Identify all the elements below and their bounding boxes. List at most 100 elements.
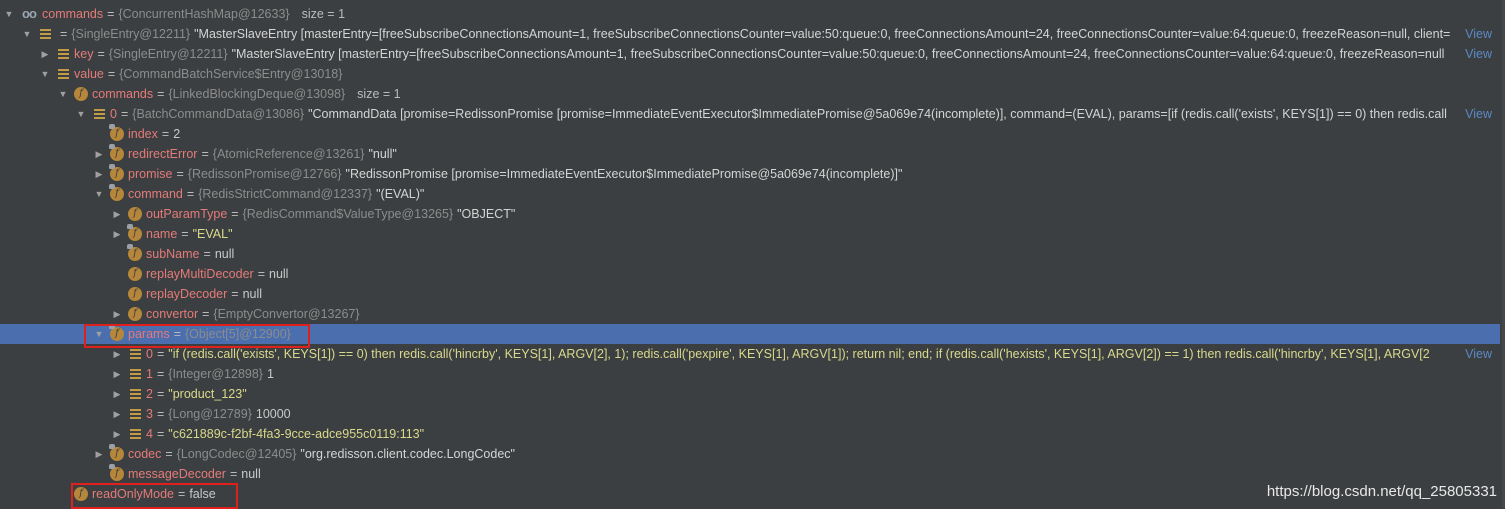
expand-arrow-down-icon[interactable]: ▼ — [74, 104, 88, 124]
final-field-icon: f — [109, 464, 124, 481]
var-name: commands — [92, 87, 154, 101]
final-field-icon: f — [109, 164, 124, 181]
expand-arrow-right-icon[interactable]: ▶ — [110, 344, 124, 364]
view-link[interactable]: View — [1465, 24, 1492, 44]
expand-arrow-right-icon[interactable]: ▶ — [38, 44, 52, 64]
equals-sign: = — [161, 127, 170, 141]
view-link[interactable]: View — [1465, 104, 1492, 124]
tree-row[interactable]: ▶ 4 = "c621889c-f2bf-4fa3-9cce-adce955c0119… — [0, 424, 1500, 444]
tree-row[interactable]: ▼ = {SingleEntry@12211} "MasterSlaveEntry [… — [0, 24, 1500, 44]
var-value: "(EVAL)" — [376, 187, 425, 201]
field-icon: f — [128, 267, 142, 281]
expand-arrow-right-icon[interactable]: ▶ — [110, 364, 124, 384]
tree-row[interactable]: ▶ f outParamType = {RedisCommand$ValueType@1… — [0, 204, 1500, 224]
watermark: https://blog.csdn.net/qq_25805331 — [1266, 483, 1497, 500]
equals-sign: = — [156, 387, 165, 401]
equals-sign: = — [176, 167, 184, 181]
tree-row[interactable]: ▶ f promise = {RedissonPromise@12766} "Rediss… — [0, 164, 1500, 184]
var-size: size = 1 — [357, 87, 401, 101]
var-name: 3 — [146, 407, 153, 421]
tree-row[interactable]: ▶ f codec = {LongCodec@12405} "org.redisson.c… — [0, 444, 1500, 464]
final-field-icon: f — [109, 124, 124, 141]
tree-row[interactable]: f subName = null — [0, 244, 1500, 264]
expand-arrow-right-icon[interactable]: ▶ — [92, 144, 106, 164]
expand-arrow-right-icon[interactable]: ▶ — [110, 304, 124, 324]
tree-row[interactable]: ▼ f commands = {LinkedBlockingDeque@13098} si… — [0, 84, 1500, 104]
expand-arrow-down-icon[interactable]: ▼ — [92, 184, 106, 204]
tree-row[interactable]: ▼ f params = {Object[5]@12900} — [0, 324, 1500, 344]
tree-row[interactable]: ▶ 3 = {Long@12789} 10000 — [0, 404, 1500, 424]
expand-arrow-right-icon[interactable]: ▶ — [110, 404, 124, 424]
expand-arrow-right-icon[interactable]: ▶ — [110, 224, 124, 244]
var-name: replayMultiDecoder — [146, 267, 254, 281]
tree-row[interactable]: ▼ 0 = {BatchCommandData@13086} "CommandData … — [0, 104, 1500, 124]
view-link[interactable]: View — [1465, 44, 1492, 64]
var-value: 1 — [266, 367, 274, 381]
var-value: null — [242, 287, 263, 301]
watch-icon: oo — [22, 6, 37, 21]
array-element-icon — [38, 27, 52, 41]
tree-row[interactable]: f messageDecoder = null — [0, 464, 1500, 484]
var-name: promise — [128, 167, 173, 181]
var-type: {Object[5]@12900} — [185, 327, 291, 341]
tree-row[interactable]: ▼ f command = {RedisStrictCommand@12337} "(EV… — [0, 184, 1500, 204]
var-value: "org.redisson.client.codec.LongCodec" — [300, 447, 515, 461]
var-value: null — [214, 247, 235, 261]
tree-row[interactable]: ▶ 1 = {Integer@12898} 1 — [0, 364, 1500, 384]
var-value: "OBJECT" — [457, 207, 516, 221]
tree-row[interactable]: ▼ value = {CommandBatchService$Entry@13018} — [0, 64, 1500, 84]
var-name: key — [74, 47, 94, 61]
var-name: name — [146, 227, 178, 241]
expand-arrow-down-icon[interactable]: ▼ — [20, 24, 34, 44]
var-value: "null" — [368, 147, 397, 161]
var-value: "CommandData [promise=RedissonPromise [p… — [308, 107, 1447, 121]
tree-row[interactable]: ▼ oo commands = {ConcurrentHashMap@12633} siz… — [0, 4, 1500, 24]
expand-arrow-right-icon[interactable]: ▶ — [92, 164, 106, 184]
var-name: readOnlyMode — [92, 487, 174, 501]
var-type: {CommandBatchService$Entry@13018} — [119, 67, 343, 81]
equals-sign: = — [229, 467, 238, 481]
field-icon: f — [74, 87, 88, 101]
tree-row[interactable]: ▶ 2 = "product_123" — [0, 384, 1500, 404]
var-type: {SingleEntry@12211} — [108, 47, 228, 61]
var-value: false — [189, 487, 216, 501]
var-name: 2 — [146, 387, 153, 401]
var-value: "if (redis.call('exists', KEYS[1]) == 0)… — [168, 347, 1430, 361]
final-field-icon: f — [127, 224, 142, 241]
tree-row[interactable]: ▶ f redirectError = {AtomicReference@13261} "… — [0, 144, 1500, 164]
tree-row[interactable]: ▶ 0 = "if (redis.call('exists', KEYS[1]) ==… — [0, 344, 1500, 364]
var-name: 4 — [146, 427, 153, 441]
var-type: {AtomicReference@13261} — [212, 147, 365, 161]
var-name: outParamType — [146, 207, 228, 221]
tree-row[interactable]: f index = 2 — [0, 124, 1500, 144]
var-value: "MasterSlaveEntry [masterEntry=[freeSubs… — [194, 27, 1451, 41]
expand-arrow-down-icon[interactable]: ▼ — [38, 64, 52, 84]
array-element-icon — [92, 107, 106, 121]
expand-arrow-right-icon[interactable]: ▶ — [110, 204, 124, 224]
expand-arrow-down-icon[interactable]: ▼ — [92, 324, 106, 344]
equals-sign: = — [120, 107, 129, 121]
var-name: 0 — [110, 107, 117, 121]
array-element-icon — [128, 387, 142, 401]
expand-arrow-down-icon[interactable]: ▼ — [56, 84, 70, 104]
tree-row[interactable]: ▶ f name = "EVAL" — [0, 224, 1500, 244]
tree-row[interactable]: f replayDecoder = null — [0, 284, 1500, 304]
var-value: "EVAL" — [192, 227, 233, 241]
view-link[interactable]: View — [1465, 344, 1492, 364]
var-value: 2 — [173, 127, 181, 141]
expand-arrow-right-icon[interactable]: ▶ — [110, 424, 124, 444]
var-value: "RedissonPromise [promise=ImmediateEvent… — [345, 167, 903, 181]
tree-row[interactable]: ▶ key = {SingleEntry@12211} "MasterSlaveEntr… — [0, 44, 1500, 64]
tree-row[interactable]: ▶ f convertor = {EmptyConvertor@13267} — [0, 304, 1500, 324]
equals-sign: = — [202, 307, 210, 321]
expand-arrow-right-icon[interactable]: ▶ — [92, 444, 106, 464]
tree-row[interactable]: f replayMultiDecoder = null — [0, 264, 1500, 284]
var-name: messageDecoder — [128, 467, 226, 481]
expand-arrow-down-icon[interactable]: ▼ — [2, 4, 16, 24]
expand-arrow-right-icon[interactable]: ▶ — [110, 384, 124, 404]
var-type: {BatchCommandData@13086} — [132, 107, 305, 121]
var-name: redirectError — [128, 147, 198, 161]
equals-sign: = — [156, 347, 165, 361]
final-field-icon: f — [109, 184, 124, 201]
field-icon: f — [128, 307, 142, 321]
